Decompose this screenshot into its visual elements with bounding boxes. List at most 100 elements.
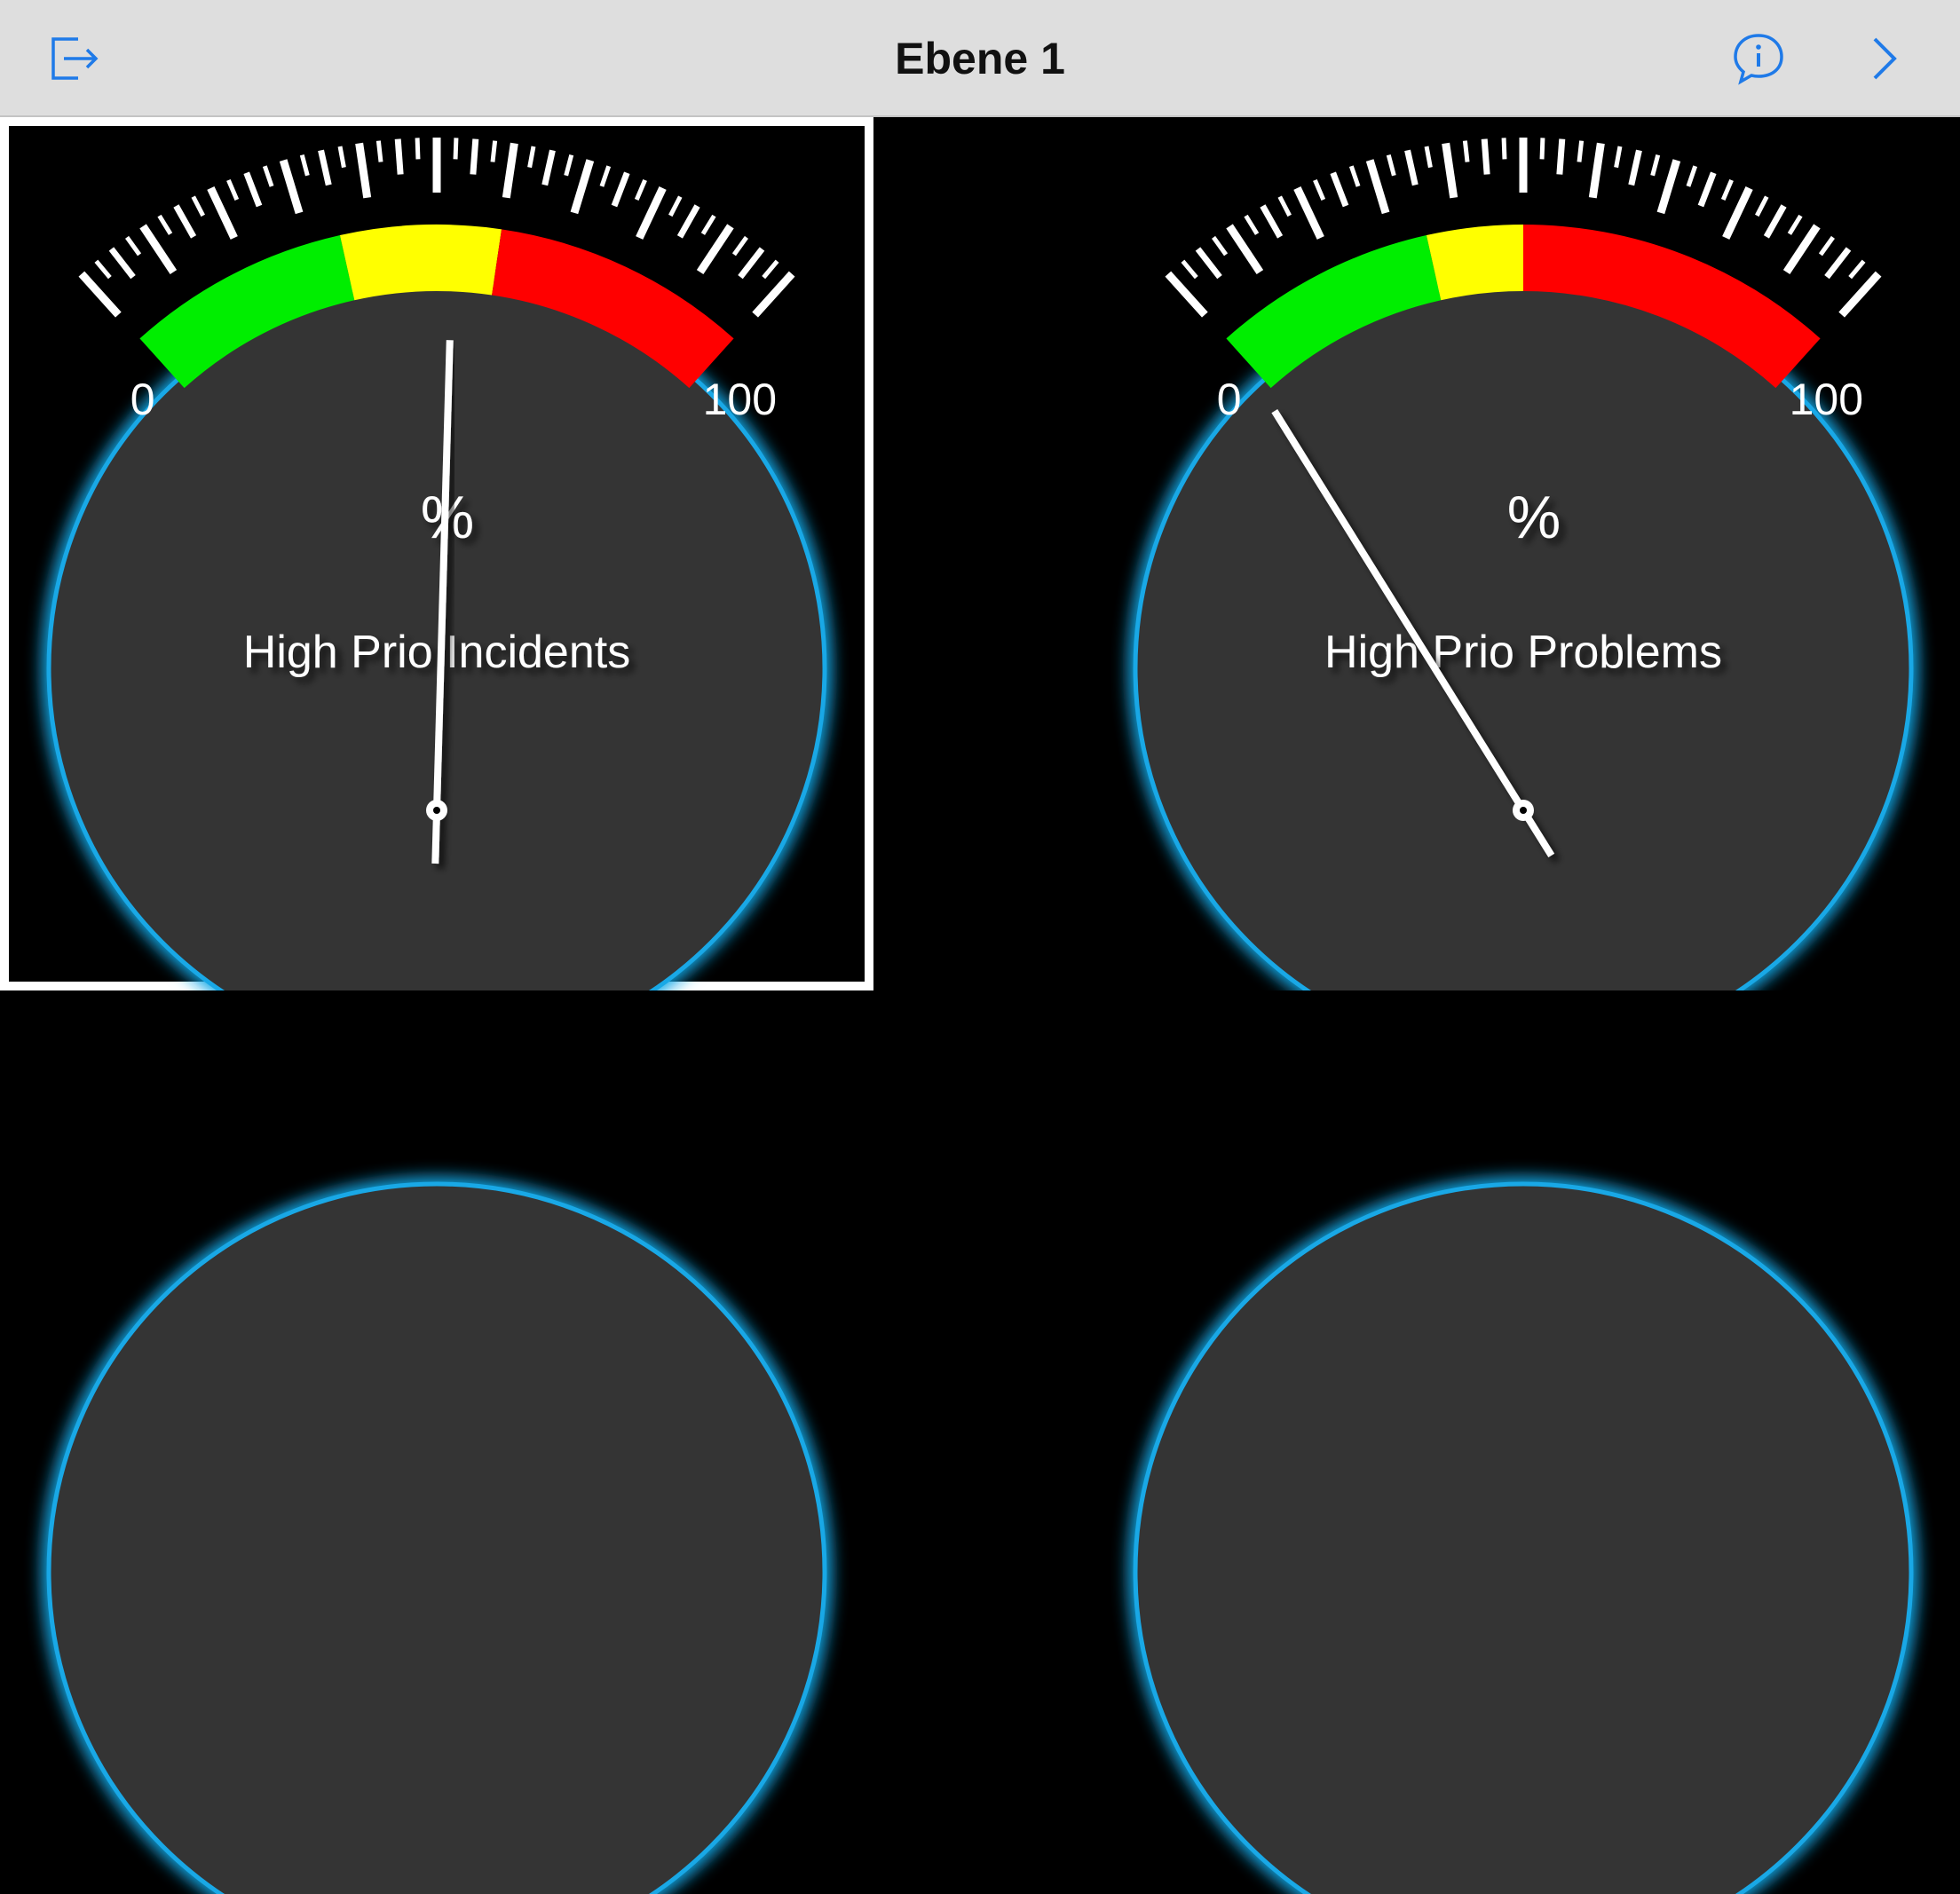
gauge-tick [1195,247,1222,280]
gauge-tick [470,138,479,175]
gauge-tick [191,195,205,217]
gauge-tick [1722,185,1753,240]
gauge-tick [634,178,647,201]
gauge-tick [1686,165,1698,187]
chevron-right-icon [1873,37,1897,80]
gauge-tick [108,247,136,280]
navigation-bar: Ebene 1 [0,0,1960,117]
gauge-tile-3[interactable] [0,1021,873,1894]
gauge-tick [1348,165,1361,187]
gauge-unit-label: % [1507,484,1561,551]
gauge-tile-high-prio-incidents[interactable]: 0100%High Prio Incidents [0,117,873,990]
gauge-tick [262,165,274,187]
gauge-tick [1277,195,1292,217]
gauge-needle-hub-center [1520,807,1527,814]
gauge-tick [453,138,459,160]
gauge-tick [394,138,404,175]
gauge-min-label: 0 [130,375,155,424]
gauge-tick [125,235,142,256]
gauge-band-1 [1426,225,1523,301]
gauge-tick [1330,171,1349,208]
gauge-tick [1260,204,1284,239]
gauge-tick [1556,138,1566,175]
gauge-tick [1244,214,1260,235]
gauge-tick [1763,204,1787,239]
gauge-min-label: 0 [1217,375,1242,424]
gauge-band-1 [339,225,502,301]
gauge-tick [570,159,595,215]
gauge-tick [1442,142,1458,199]
gauge-tick [279,159,304,215]
gauge-tick [1386,154,1396,177]
gauge-tick [94,259,112,280]
gauge-tick [636,185,667,240]
gauge-tick [1424,146,1433,169]
page-title: Ebene 1 [895,34,1065,83]
gauge-tick [1697,171,1717,208]
gauge-tick [1755,195,1769,217]
next-button[interactable] [1852,27,1916,91]
gauge-tick [1181,259,1198,280]
gauge-tick [1787,214,1803,235]
gauge-tick [337,146,346,169]
gauge-tick [1404,149,1419,186]
gauge-svg: 0100%High Prio Incidents [42,138,832,990]
gauge-svg: 0 100% High Prio Problems [1128,138,1918,990]
gauge-tick [668,195,683,217]
gauge-title: High Prio Problems [1324,627,1722,678]
gauge-tile-4[interactable] [1087,1021,1960,1894]
gauge-tick [375,140,383,162]
gauge-tick [502,142,518,199]
gauge-tick [1313,178,1326,201]
gauge-tick [611,171,630,208]
dashboard-grid: 0 100% High Prio Incidents 0 100% High Prio … [0,117,1960,1894]
gauge-tick [318,149,332,186]
gauge-tick [299,154,310,177]
gauge-max-label: 100 [703,375,777,424]
gauge-tick [355,142,372,199]
gauge-tick [1628,149,1642,186]
gauge-tick [1501,138,1507,160]
gauge-tick [700,214,716,235]
gauge-tick [78,271,122,318]
gauge-tick [1539,138,1545,160]
gauge-tick [226,178,240,201]
gauge-tick [1165,271,1208,318]
gauge-tick [762,259,779,280]
gauge-tile-high-prio-problems[interactable]: 0 100% High Prio Problems [1087,117,1960,990]
gauge-tick [1838,271,1882,318]
gauge-tick [1365,159,1390,215]
gauge-title: High Prio Incidents [243,627,630,678]
gauge-tick [1577,140,1585,162]
gauge-tick [599,165,612,187]
gauge-needle-hub-center [433,807,440,814]
gauge-tick [1588,142,1605,199]
gauge-tick [752,271,795,318]
gauge-svg [42,1177,832,1894]
info-bubble-icon [1734,34,1783,85]
gauge-tick [1481,138,1490,175]
gauge-tick [1720,178,1734,201]
gauge-tick [243,171,263,208]
gauge-tick [207,185,238,240]
gauge-tick [738,247,765,280]
gauge-tick [527,146,536,169]
gauge-tick [1614,146,1623,169]
gauge-tick [1293,185,1324,240]
gauge-tick [415,138,421,160]
gauge-tick [1656,159,1681,215]
gauge-tick [1462,140,1470,162]
gauge-tick [490,140,498,162]
gauge-tick [1212,235,1229,256]
info-button[interactable] [1727,27,1790,91]
gauge-svg [1128,1177,1918,1894]
gauge-tick [1848,259,1866,280]
gauge-tick [157,214,173,235]
gauge-tick [1824,247,1852,280]
gauge-tick [564,154,574,177]
gauge-tick [1650,154,1661,177]
gauge-tick [1818,235,1835,256]
gauge-tick [173,204,197,239]
gauge-tick [731,235,748,256]
gauge-max-label: 100 [1790,375,1863,424]
